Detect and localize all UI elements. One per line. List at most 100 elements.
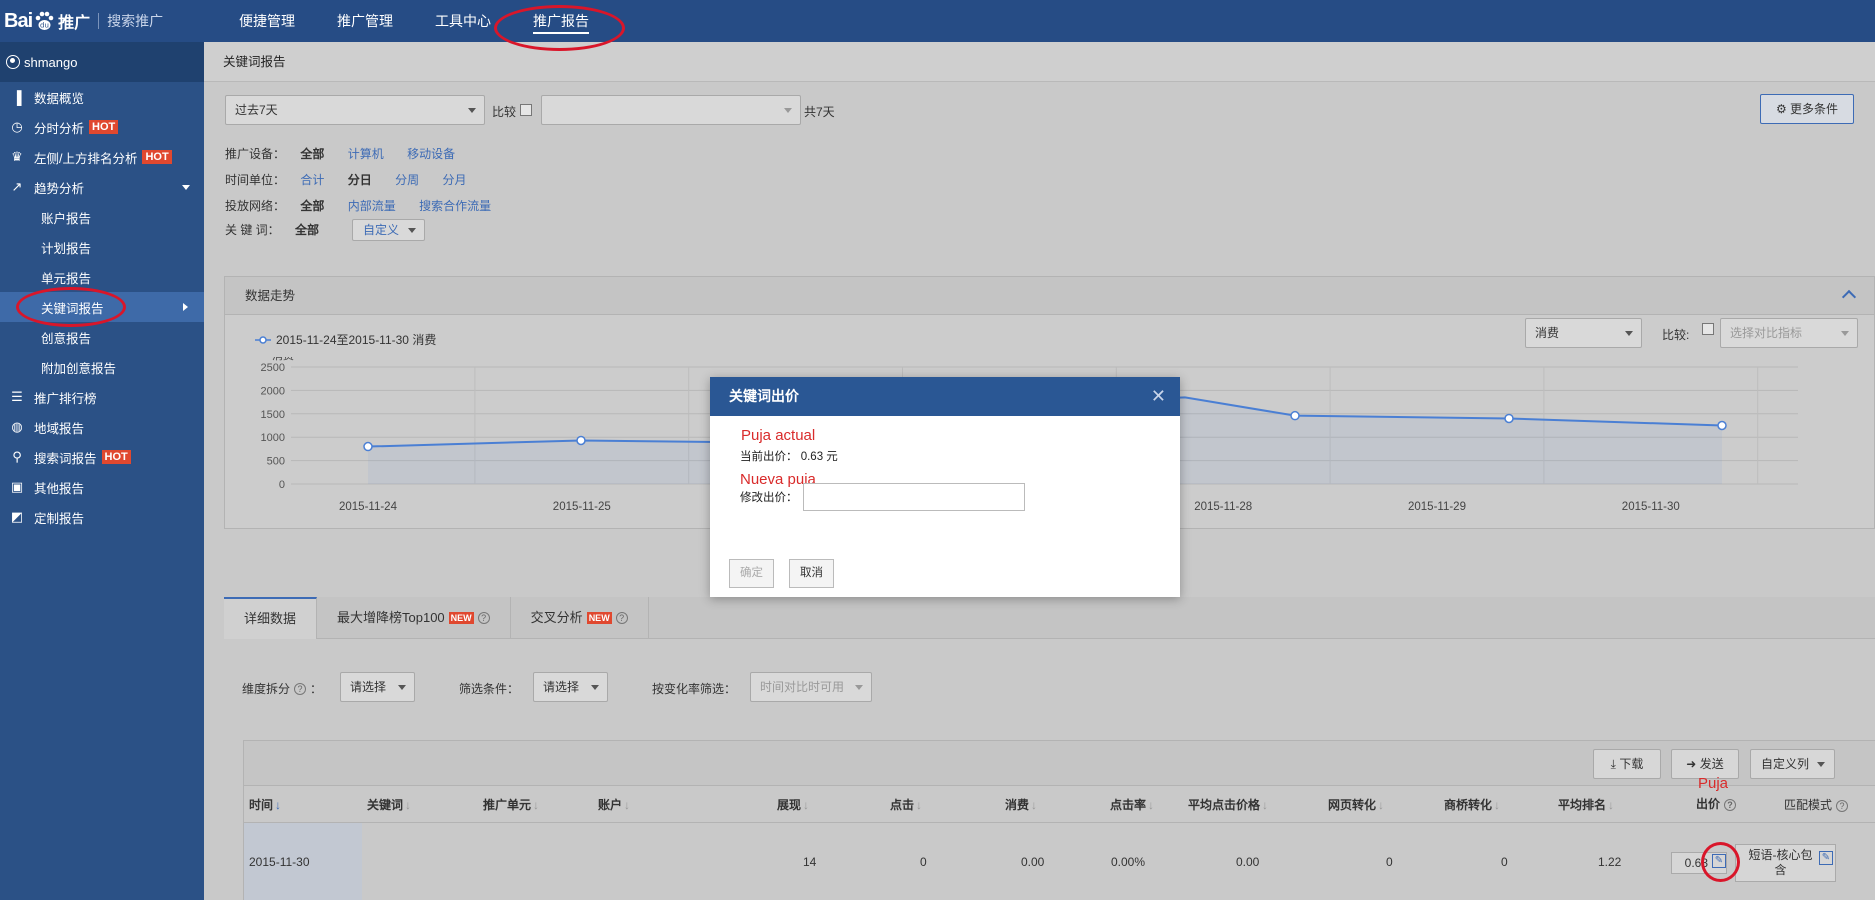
sidebar-item-search-term-report[interactable]: ⚲ 搜索词报告 HOT bbox=[0, 442, 204, 472]
sidebar-item-trend-analysis[interactable]: ↗ 趋势分析 bbox=[0, 172, 204, 202]
col-cost[interactable]: 消费 ↓ bbox=[1005, 786, 1037, 824]
dimension-select[interactable]: 请选择 bbox=[340, 672, 415, 702]
col-web-conversion[interactable]: 网页转化 ↓ bbox=[1328, 786, 1384, 824]
sidebar-item-region-report[interactable]: ◍ 地域报告 bbox=[0, 412, 204, 442]
sidebar-subitem-plan-report[interactable]: 计划报告 bbox=[0, 232, 204, 262]
sidebar-item-custom-report[interactable]: ◩ 定制报告 bbox=[0, 502, 204, 532]
chart-legend: 2015-11-24至2015-11-30 消费 bbox=[255, 331, 436, 348]
metric-select[interactable]: 消费 bbox=[1525, 318, 1642, 348]
tab-top100[interactable]: 最大增降榜Top100 NEW ? bbox=[317, 597, 511, 639]
new-bid-input[interactable] bbox=[803, 483, 1025, 511]
cancel-button[interactable]: 取消 bbox=[789, 559, 834, 588]
network-internal[interactable]: 内部流量 bbox=[348, 199, 396, 213]
filter-condition-select[interactable]: 请选择 bbox=[533, 672, 608, 702]
keyword-all[interactable]: 全部 bbox=[295, 223, 319, 237]
col-ctr[interactable]: 点击率 ↓ bbox=[1110, 786, 1154, 824]
sidebar-subitem-keyword-report[interactable]: 关键词报告 bbox=[0, 292, 204, 322]
nav-quick-manage[interactable]: 便捷管理 bbox=[218, 0, 316, 42]
trend-compare-checkbox[interactable] bbox=[1702, 323, 1714, 335]
col-keyword[interactable]: 关键词 ↓ bbox=[367, 786, 411, 824]
help-icon[interactable]: ? bbox=[615, 612, 628, 624]
col-impressions[interactable]: 展现 ↓ bbox=[777, 786, 809, 824]
baidu-logo[interactable]: Bai du 推广 搜索推广 bbox=[4, 6, 163, 36]
logo-divider bbox=[98, 13, 100, 29]
top-bar: Bai du 推广 搜索推广 便捷管理 推广管理 工具中心 推广报告 bbox=[0, 0, 1875, 42]
compare-metric-select[interactable]: 选择对比指标 bbox=[1720, 318, 1858, 348]
col-clicks[interactable]: 点击 ↓ bbox=[890, 786, 922, 824]
compare-date-select[interactable] bbox=[541, 95, 801, 125]
chevron-down-icon bbox=[398, 685, 406, 690]
report-tabs: 详细数据 最大增降榜Top100 NEW ? 交叉分析 NEW ? bbox=[224, 597, 1875, 639]
custom-columns-button[interactable]: 自定义列 bbox=[1750, 749, 1835, 779]
compare-checkbox[interactable] bbox=[520, 104, 532, 116]
y-tick-label: 2000 bbox=[261, 385, 285, 397]
help-icon[interactable]: ? bbox=[1836, 800, 1849, 812]
globe-icon: ◍ bbox=[11, 419, 23, 434]
device-mobile[interactable]: 移动设备 bbox=[407, 147, 455, 161]
col-account[interactable]: 账户 ↓ bbox=[598, 786, 630, 824]
sidebar-item-promo-ranking[interactable]: ☰ 推广排行榜 bbox=[0, 382, 204, 412]
time-weekly[interactable]: 分周 bbox=[395, 173, 419, 187]
rate-filter-select[interactable]: 时间对比时可用 bbox=[750, 672, 872, 702]
tab-cross-analysis[interactable]: 交叉分析 NEW ? bbox=[511, 597, 649, 639]
col-cpc[interactable]: 平均点击价格 ↓ bbox=[1188, 786, 1268, 824]
sidebar-subitem-creative-report[interactable]: 创意报告 bbox=[0, 322, 204, 352]
help-icon[interactable]: ? bbox=[477, 612, 490, 624]
time-daily[interactable]: 分日 bbox=[348, 173, 372, 187]
chevron-down-icon bbox=[855, 685, 863, 690]
col-match-mode[interactable]: 匹配模式? bbox=[1784, 786, 1849, 824]
device-all[interactable]: 全部 bbox=[300, 147, 324, 161]
col-bridge-conversion[interactable]: 商桥转化 ↓ bbox=[1444, 786, 1500, 824]
page-title: 关键词报告 bbox=[204, 42, 1875, 82]
time-monthly[interactable]: 分月 bbox=[442, 173, 466, 187]
data-point bbox=[1290, 410, 1300, 421]
chevron-down-icon bbox=[468, 108, 476, 113]
edit-icon: ◩ bbox=[10, 509, 24, 524]
sidebar-item-other-reports[interactable]: ▣ 其他报告 bbox=[0, 472, 204, 502]
data-point bbox=[1504, 413, 1514, 424]
col-avg-rank[interactable]: 平均排名 ↓ bbox=[1558, 786, 1614, 824]
cell-bridge-conversion: 0 bbox=[1501, 855, 1508, 869]
chevron-down-icon bbox=[1817, 762, 1825, 767]
chevron-right-icon bbox=[183, 303, 188, 311]
device-computer[interactable]: 计算机 bbox=[348, 147, 384, 161]
sidebar-item-data-overview[interactable]: ▐ 数据概览 bbox=[0, 82, 204, 112]
download-button[interactable]: ⤓ 下载 bbox=[1593, 749, 1661, 779]
col-unit[interactable]: 推广单元 ↓ bbox=[483, 786, 539, 824]
logo-brand-text: Bai bbox=[4, 9, 33, 32]
edit-match-icon[interactable]: ✎ bbox=[1819, 851, 1833, 865]
x-tick-label: 2015-11-28 bbox=[1194, 501, 1252, 513]
sidebar-item-hourly-analysis[interactable]: ◷ 分时分析 HOT bbox=[0, 112, 204, 142]
close-icon[interactable]: ✕ bbox=[1151, 377, 1166, 416]
sidebar-subitem-account-report[interactable]: 账户报告 bbox=[0, 202, 204, 232]
cell-cost: 0.00 bbox=[1021, 855, 1045, 869]
keyword-custom-select[interactable]: 自定义 bbox=[352, 219, 425, 241]
col-date[interactable]: 时间 ↓ bbox=[249, 786, 281, 824]
help-icon[interactable]: ? bbox=[1724, 799, 1737, 811]
sidebar-item-rank-analysis[interactable]: ♛ 左侧/上方排名分析 HOT bbox=[0, 142, 204, 172]
confirm-button[interactable]: 确定 bbox=[729, 559, 774, 588]
nav-tools-center[interactable]: 工具中心 bbox=[414, 0, 512, 42]
filter-condition-label: 筛选条件： bbox=[459, 682, 520, 696]
help-icon[interactable]: ? bbox=[294, 682, 307, 695]
sidebar-subitem-extra-creative-report[interactable]: 附加创意报告 bbox=[0, 352, 204, 382]
chevron-down-icon bbox=[182, 185, 190, 190]
sidebar-subitem-unit-report[interactable]: 单元报告 bbox=[0, 262, 204, 292]
network-partner[interactable]: 搜索合作流量 bbox=[419, 199, 491, 213]
more-conditions-button[interactable]: ⚙ 更多条件 bbox=[1760, 94, 1854, 124]
current-bid-row: 当前出价： 0.63 元 bbox=[740, 451, 838, 463]
sort-icon: ↓ bbox=[1378, 798, 1385, 812]
date-range-select[interactable]: 过去7天 bbox=[225, 95, 485, 125]
collapse-icon[interactable] bbox=[1841, 289, 1857, 305]
chevron-down-icon bbox=[591, 685, 599, 690]
dialog-header: 关键词出价 ✕ bbox=[710, 377, 1180, 416]
sidebar-user[interactable]: shmango bbox=[0, 42, 204, 82]
chevron-down-icon bbox=[784, 108, 792, 113]
edit-bid-icon[interactable]: ✎ bbox=[1712, 854, 1726, 868]
tab-detail-data[interactable]: 详细数据 bbox=[224, 597, 318, 639]
network-all[interactable]: 全部 bbox=[300, 199, 324, 213]
sidebar: shmango ▐ 数据概览 ◷ 分时分析 HOT ♛ 左侧/上方排名分析 HO… bbox=[0, 42, 204, 900]
nav-promo-report[interactable]: 推广报告 bbox=[512, 0, 610, 42]
time-total[interactable]: 合计 bbox=[300, 173, 324, 187]
nav-promo-manage[interactable]: 推广管理 bbox=[316, 0, 414, 42]
